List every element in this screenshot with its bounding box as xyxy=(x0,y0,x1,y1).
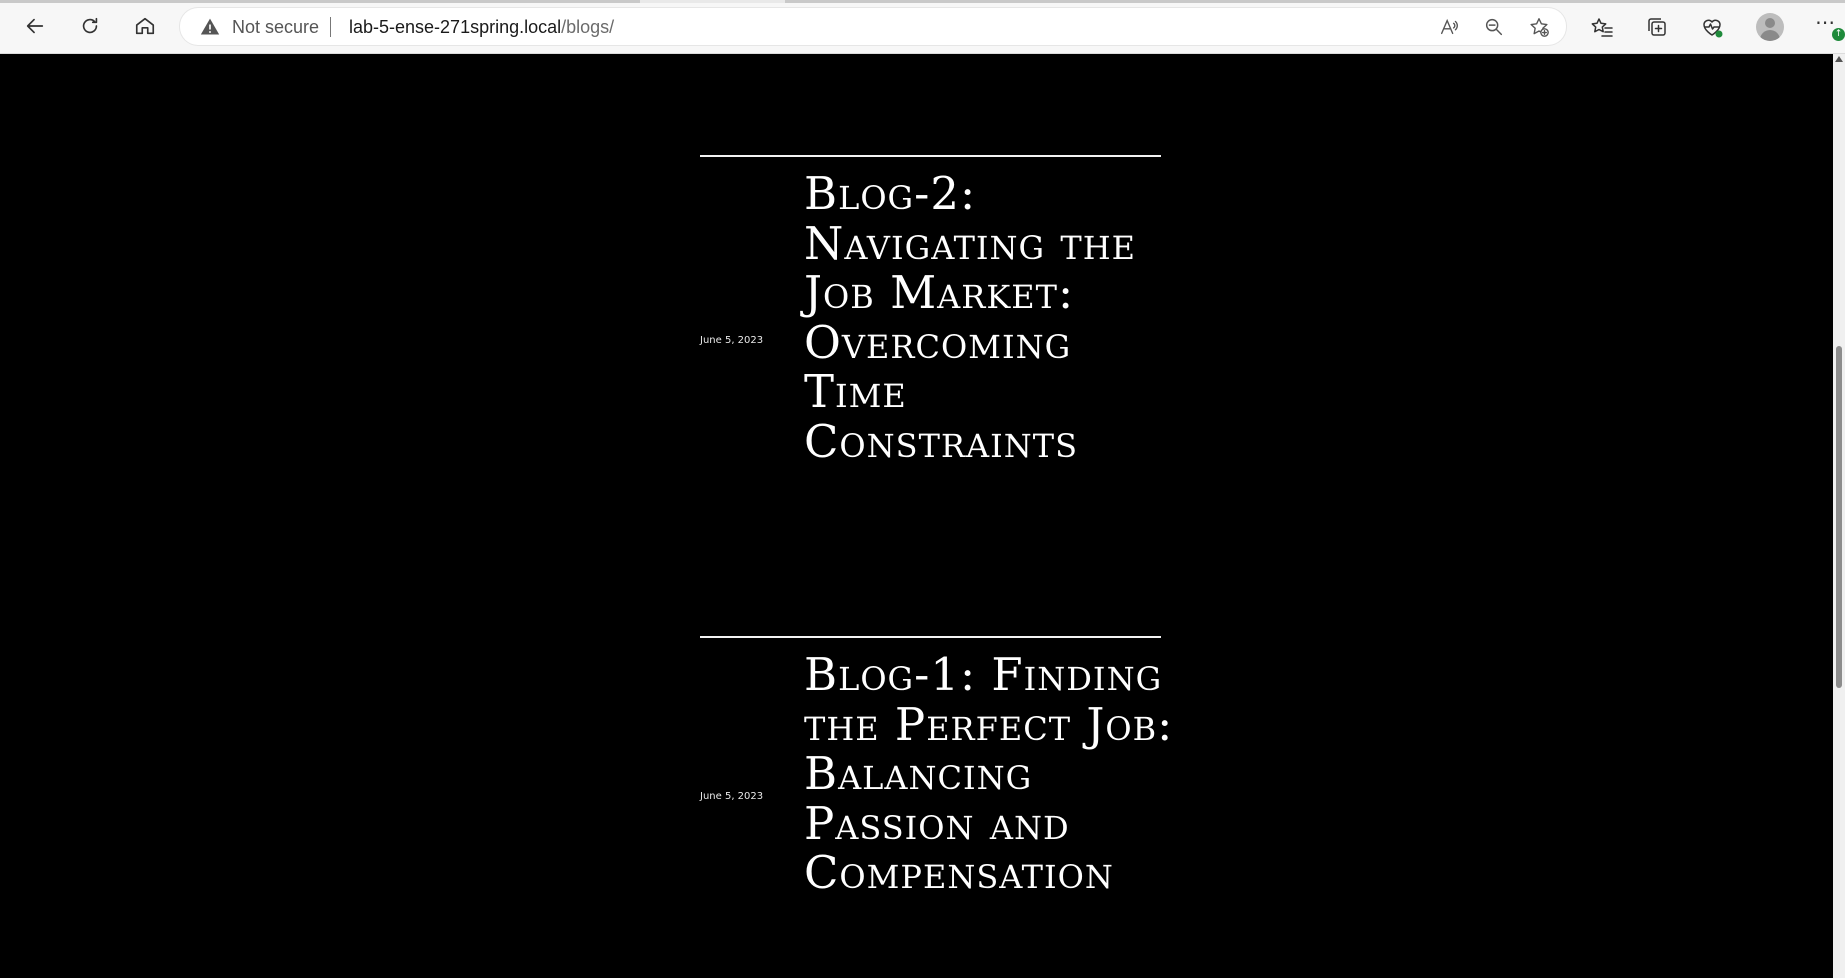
post-divider xyxy=(700,636,1161,638)
address-bar[interactable]: Not secure lab-5-ense-271spring.local/bl… xyxy=(180,8,1566,45)
post-date: June 5, 2023 xyxy=(700,791,764,802)
url-text[interactable]: lab-5-ense-271spring.local/blogs/ xyxy=(349,16,614,38)
active-tab-edge xyxy=(0,0,640,3)
scroll-up-arrow-icon[interactable] xyxy=(1835,56,1843,62)
post-title-link[interactable]: Blog-2: Navigating the Job Market: Overc… xyxy=(804,169,1174,466)
scrollbar-thumb[interactable] xyxy=(1836,346,1842,688)
zoom-out-icon xyxy=(1485,18,1503,36)
post-title-link[interactable]: Blog-1: Finding the Perfect Job: Balanci… xyxy=(804,650,1174,898)
tab-strip-edge xyxy=(0,0,1845,3)
collections-icon xyxy=(1648,18,1666,36)
page-viewport: June 5, 2023 Blog-2: Navigating the Job … xyxy=(0,54,1833,978)
add-favorite-button[interactable] xyxy=(1527,15,1551,39)
address-divider xyxy=(330,17,331,37)
browser-essentials-button[interactable] xyxy=(1697,12,1727,42)
vertical-scrollbar[interactable] xyxy=(1833,54,1845,978)
zoom-out-button[interactable] xyxy=(1482,15,1506,39)
security-status-label[interactable]: Not secure xyxy=(232,16,319,38)
profile-avatar[interactable] xyxy=(1756,13,1784,41)
back-button[interactable] xyxy=(17,8,53,44)
collections-button[interactable] xyxy=(1642,12,1672,42)
home-button[interactable] xyxy=(127,8,163,44)
favorites-list-icon xyxy=(1591,18,1613,37)
post-date: June 5, 2023 xyxy=(700,335,764,346)
update-badge-icon: ↑ xyxy=(1832,28,1845,41)
url-path: /blogs/ xyxy=(561,17,615,37)
refresh-icon xyxy=(82,17,98,34)
read-aloud-button[interactable] xyxy=(1437,15,1461,39)
back-arrow-icon xyxy=(26,18,44,34)
star-add-icon xyxy=(1530,18,1549,37)
avatar-body-shape xyxy=(1760,30,1780,41)
inactive-tab-edge xyxy=(785,0,1845,3)
favorites-button[interactable] xyxy=(1587,12,1617,42)
home-icon xyxy=(135,17,155,35)
warning-icon[interactable] xyxy=(200,17,220,37)
heart-pulse-icon xyxy=(1703,19,1723,38)
post-divider xyxy=(700,155,1161,157)
url-host: lab-5-ense-271spring.local xyxy=(349,17,562,37)
refresh-button[interactable] xyxy=(72,8,108,44)
browser-toolbar: Not secure lab-5-ense-271spring.local/bl… xyxy=(0,0,1845,54)
avatar-head-shape xyxy=(1765,18,1775,28)
read-aloud-icon xyxy=(1440,18,1458,35)
